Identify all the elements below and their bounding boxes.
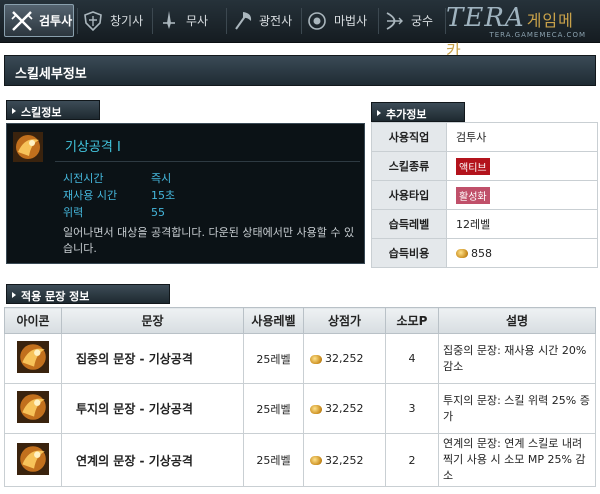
tab-lancer[interactable]: 창기사: [80, 4, 150, 37]
table-row: 연계의 문장 - 기상공격 25레벨 32,252 2 연계의 문장: 연계 스…: [4, 433, 596, 487]
glyph-desc: 투지의 문장: 스킬 위력 25% 증가: [438, 383, 596, 434]
tab-label: 검투사: [39, 14, 73, 28]
extra-section-label: 추가정보: [371, 102, 465, 122]
skill-icon: [13, 132, 43, 162]
extra-info-table: 사용직업 검투사 스킬종류 액티브 사용타입 활성화 습득레벨 12레벨 습득비용 858: [371, 122, 598, 268]
glyph-icon: [17, 391, 49, 423]
tab-gladiator[interactable]: 검투사: [4, 4, 74, 37]
tab-label: 광전사: [259, 14, 293, 28]
glyph-table: 아이콘 문장 사용레벨 상점가 소모P 설명 집중의 문장 - 기상공격 25레…: [4, 307, 596, 487]
col-level: 사용레벨: [243, 307, 304, 334]
skill-description: 일어나면서 대상을 공격합니다. 다운된 상태에서만 사용할 수 있습니다.: [63, 226, 355, 255]
glyph-price: 32,252: [325, 402, 364, 415]
gold-coin-icon: [310, 404, 322, 414]
class-tab-bar: 검투사 창기사 무사 광전사 마법사 궁수 TERA 게임메카 TERA.GAM…: [0, 0, 600, 60]
glyph-desc: 연계의 문장: 연계 스킬로 내려찍기 사용 시 소모 MP 25% 감소: [438, 433, 596, 487]
page-title: 스킬세부정보: [4, 55, 596, 86]
tab-label: 창기사: [110, 14, 144, 28]
glyph-level: 25레벨: [243, 383, 304, 434]
glyph-name: 투지의 문장 - 기상공격: [61, 383, 244, 434]
glyph-price: 32,252: [325, 352, 364, 365]
table-row: 투지의 문장 - 기상공격 25레벨 32,252 3 투지의 문장: 스킬 위…: [4, 383, 596, 434]
col-points: 소모P: [385, 307, 439, 334]
tab-sorcerer[interactable]: 마법사: [304, 4, 376, 37]
magic-orb-icon: [304, 8, 330, 34]
glyph-price: 32,252: [325, 453, 364, 467]
glyph-level: 25레벨: [243, 433, 304, 487]
stat-power: 위력 55: [63, 206, 165, 219]
skill-section-label: 스킬정보: [6, 100, 100, 120]
skill-name: 기상공격 I: [65, 140, 121, 155]
gold-coin-icon: [310, 354, 322, 364]
skill-info-panel: 기상공격 I 시전시간 즉시 재사용 시간 15초 위력 55 일어나면서 대상을 공…: [6, 123, 365, 264]
shield-crest-icon: [80, 8, 106, 34]
blade-icon: [156, 8, 182, 34]
glyph-points: 3: [385, 383, 439, 434]
extra-row-usetype: 사용타입 활성화: [371, 180, 598, 210]
col-desc: 설명: [438, 307, 596, 334]
table-row: 집중의 문장 - 기상공격 25레벨 32,252 4 집중의 문장: 재사용 …: [4, 333, 596, 384]
extra-row-level: 습득레벨 12레벨: [371, 209, 598, 239]
stat-cast-time: 시전시간 즉시: [63, 172, 172, 185]
tab-label: 마법사: [334, 14, 368, 28]
tab-label: 무사: [186, 14, 209, 28]
glyph-icon: [17, 341, 49, 373]
glyph-name: 집중의 문장 - 기상공격: [61, 333, 244, 384]
axe-icon: [229, 8, 255, 34]
tera-gamemeca-logo: TERA 게임메카 TERA.GAMEMECA.COM: [446, 3, 596, 60]
logo-sub: TERA.GAMEMECA.COM: [489, 31, 586, 39]
gold-coin-icon: [310, 456, 322, 465]
extra-row-type: 스킬종류 액티브: [371, 151, 598, 181]
tab-berserker[interactable]: 광전사: [229, 4, 299, 37]
logo-text: TERA: [446, 3, 525, 33]
glyph-level: 25레벨: [243, 333, 304, 384]
status-badge-activate: 활성화: [456, 186, 490, 204]
glyph-section-label: 적용 문장 정보: [6, 284, 170, 304]
glyph-desc: 집중의 문장: 재사용 시간 20% 감소: [438, 333, 596, 384]
extra-row-class: 사용직업 검투사: [371, 122, 598, 152]
glyph-points: 4: [385, 333, 439, 384]
stat-cooldown: 재사용 시간 15초: [63, 189, 176, 202]
tab-label: 궁수: [411, 14, 434, 28]
glyph-name: 연계의 문장 - 기상공격: [61, 433, 244, 487]
col-glyph: 문장: [61, 307, 244, 334]
col-price: 상점가: [303, 307, 386, 334]
crossed-swords-icon: [9, 8, 35, 34]
tab-archer[interactable]: 궁수: [381, 4, 443, 37]
extra-row-cost: 습득비용 858: [371, 238, 598, 268]
gold-coin-icon: [456, 249, 468, 258]
bow-icon: [381, 8, 407, 34]
tab-warrior[interactable]: 무사: [156, 4, 224, 37]
glyph-icon: [17, 442, 49, 475]
glyph-points: 2: [385, 433, 439, 487]
status-badge-active: 액티브: [456, 157, 490, 175]
col-icon: 아이콘: [4, 307, 62, 334]
